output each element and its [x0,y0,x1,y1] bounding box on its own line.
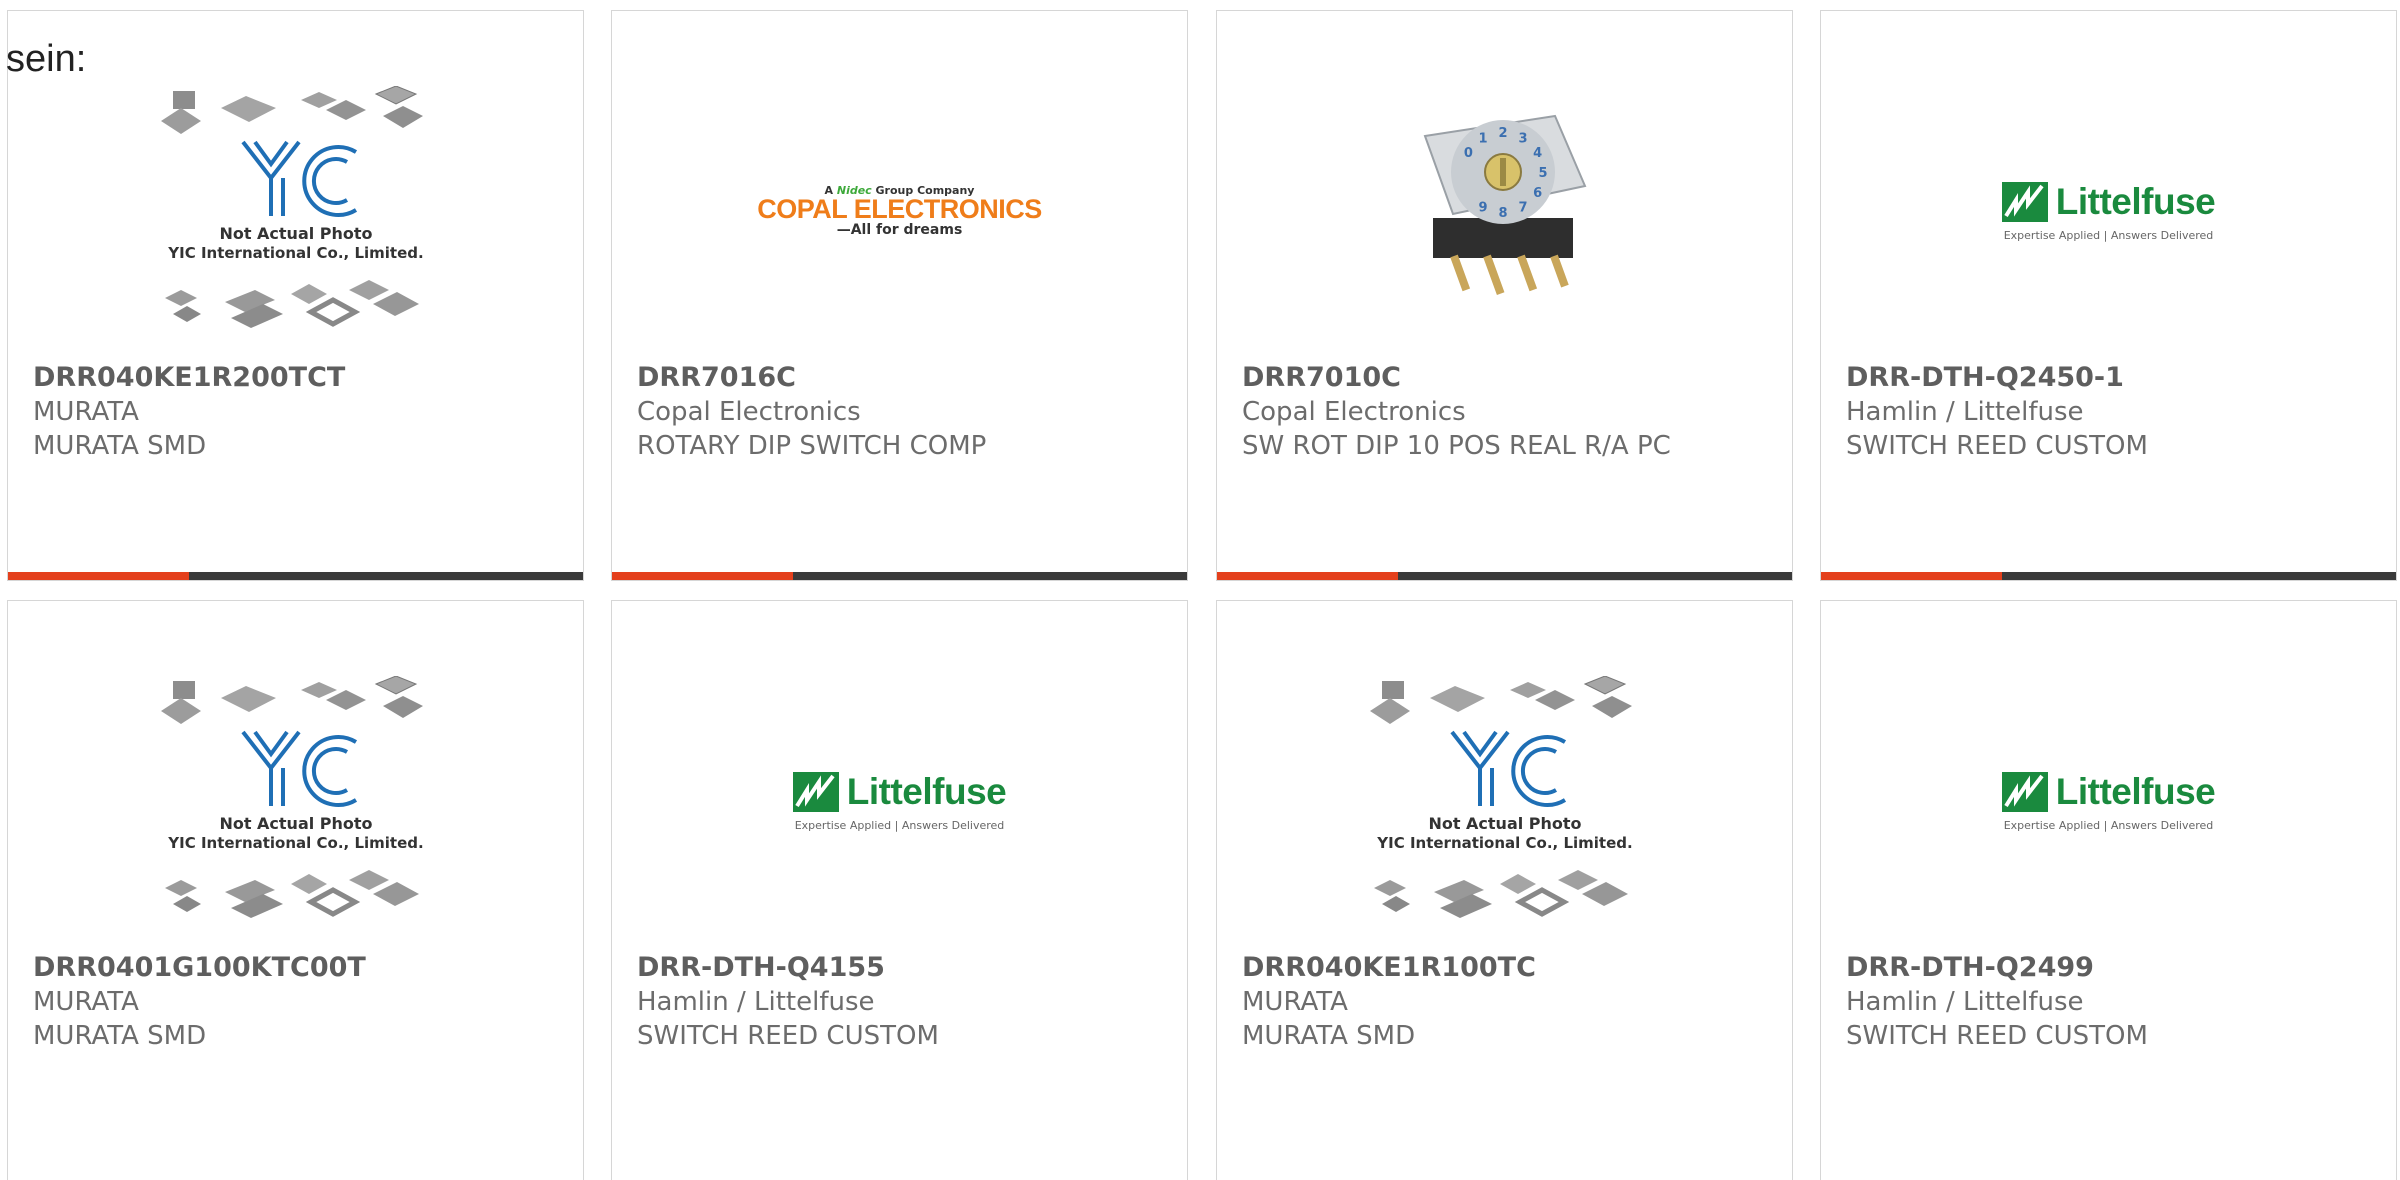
page-label: sein: [6,38,87,80]
part-number[interactable]: DRR-DTH-Q4155 [637,951,1177,985]
svg-text:2: 2 [1498,126,1507,141]
product-card[interactable]: Littelfuse Expertise Applied | Answers D… [1820,10,2397,581]
description: SW ROT DIP 10 POS REAL R/A PC [1242,431,1671,461]
card-bottom-bar [1821,572,2396,580]
card-bar-accent [1821,572,2003,580]
description: SWITCH REED CUSTOM [1846,431,2148,461]
placeholder-graphic: Not Actual Photo YIC International Co., … [160,676,423,918]
placeholder-line2: YIC International Co., Limited. [167,834,423,852]
product-image[interactable]: A Nidec Group Company COPAL ELECTRONICS … [612,71,1187,351]
card-bar-accent [612,572,794,580]
svg-text:9: 9 [1478,201,1487,216]
manufacturer: Copal Electronics [1242,397,1466,427]
littelfuse-mark-icon [2001,181,2048,222]
product-card[interactable]: Littelfuse Expertise Applied | Answers D… [1820,600,2397,1180]
manufacturer: MURATA [33,397,139,427]
card-bottom-bar [612,572,1187,580]
description: MURATA SMD [33,1021,207,1051]
description: MURATA SMD [33,431,207,461]
svg-text:4: 4 [1533,146,1542,161]
svg-text:0: 0 [1463,146,1472,161]
product-image[interactable]: Littelfuse Expertise Applied | Answers D… [1821,661,2396,941]
product-image[interactable]: Littelfuse Expertise Applied | Answers D… [612,661,1187,941]
placeholder-graphic: Not Actual Photo YIC International Co., … [160,86,423,328]
part-number[interactable]: DRR040KE1R100TC [1242,951,1782,985]
card-bar-accent [8,572,190,580]
placeholder-line2: YIC International Co., Limited. [1376,834,1632,852]
product-image[interactable]: Not Actual Photo YIC International Co., … [8,71,583,351]
part-number[interactable]: DRR7010C [1242,361,1782,395]
description: MURATA SMD [1242,1021,1416,1051]
card-bottom-bar [8,572,583,580]
description: SWITCH REED CUSTOM [637,1021,939,1051]
manufacturer: MURATA [33,987,139,1017]
part-number[interactable]: DRR-DTH-Q2450-1 [1846,361,2386,395]
product-image[interactable]: Not Actual Photo YIC International Co., … [1217,661,1792,941]
manufacturer: Copal Electronics [637,397,861,427]
svg-text:6: 6 [1533,186,1542,201]
placeholder-line1: Not Actual Photo [219,224,372,243]
littelfuse-logo: Littelfuse Expertise Applied | Answers D… [2001,770,2216,832]
product-card[interactable]: 01234 5 6789 DRR7010C Copal Electronics SW… [1216,10,1793,581]
product-image[interactable]: Not Actual Photo YIC International Co., … [8,661,583,941]
svg-text:5: 5 [1538,166,1547,181]
svg-text:1: 1 [1478,131,1487,146]
rotary-switch-photo: 01 2 34 5 6789 [1423,114,1586,295]
part-number[interactable]: DRR0401G100KTC00T [33,951,573,985]
product-card[interactable]: Not Actual Photo YIC International Co., … [7,600,584,1180]
manufacturer: Hamlin / Littelfuse [1846,987,2084,1017]
manufacturer: MURATA [1242,987,1348,1017]
part-number[interactable]: DRR-DTH-Q2499 [1846,951,2386,985]
product-card[interactable]: Not Actual Photo YIC International Co., … [7,10,584,581]
svg-text:8: 8 [1498,206,1507,221]
placeholder-line1: Not Actual Photo [1428,814,1581,833]
card-bottom-bar [1217,572,1792,580]
littelfuse-logo: Littelfuse Expertise Applied | Answers D… [2001,180,2216,242]
manufacturer: Hamlin / Littelfuse [1846,397,2084,427]
product-image[interactable]: Littelfuse Expertise Applied | Answers D… [1821,71,2396,351]
svg-text:7: 7 [1518,201,1527,216]
copal-logo: A Nidec Group Company COPAL ELECTRONICS … [757,184,1042,238]
description: SWITCH REED CUSTOM [1846,1021,2148,1051]
manufacturer: Hamlin / Littelfuse [637,987,875,1017]
littelfuse-logo: Littelfuse Expertise Applied | Answers D… [792,770,1007,832]
placeholder-line1: Not Actual Photo [219,814,372,833]
product-card[interactable]: Not Actual Photo YIC International Co., … [1216,600,1793,1180]
card-bar-accent [1217,572,1399,580]
placeholder-line2: YIC International Co., Limited. [167,244,423,262]
product-image[interactable]: 01234 5 6789 [1217,71,1792,351]
littelfuse-mark-icon [792,771,839,812]
svg-text:3: 3 [1518,131,1527,146]
part-number[interactable]: DRR040KE1R200TCT [33,361,573,395]
product-card[interactable]: Littelfuse Expertise Applied | Answers D… [611,600,1188,1180]
part-number[interactable]: DRR7016C [637,361,1177,395]
placeholder-graphic: Not Actual Photo YIC International Co., … [1369,676,1632,918]
description: ROTARY DIP SWITCH COMP [637,431,987,461]
littelfuse-mark-icon [2001,771,2048,812]
product-card[interactable]: A Nidec Group Company COPAL ELECTRONICS … [611,10,1188,581]
